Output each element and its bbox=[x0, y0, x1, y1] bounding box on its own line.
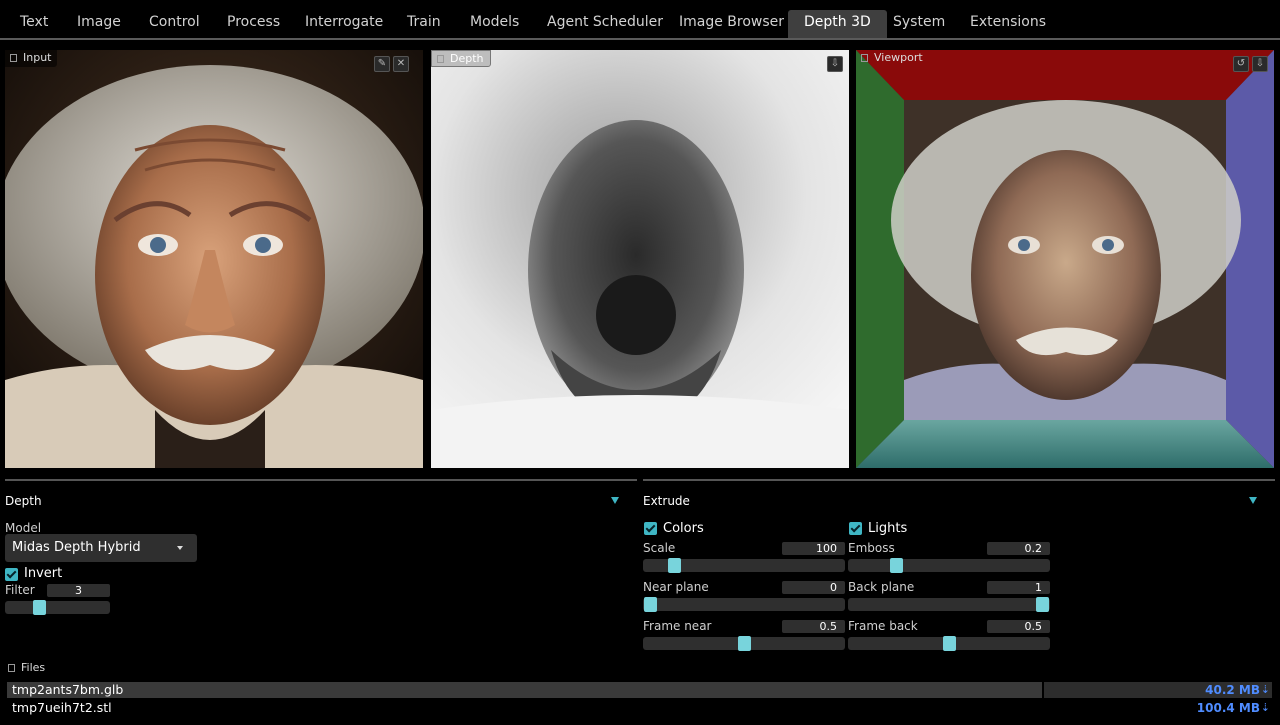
file-name[interactable]: tmp2ants7bm.glb bbox=[12, 682, 123, 698]
file-size: 40.2 MB bbox=[1205, 683, 1260, 697]
tab-extensions[interactable]: Extensions bbox=[970, 10, 1046, 36]
image-icon bbox=[437, 55, 444, 63]
edit-icon[interactable]: ✎ bbox=[374, 56, 390, 72]
tab-models[interactable]: Models bbox=[470, 10, 519, 36]
close-icon[interactable]: ✕ bbox=[393, 56, 409, 72]
frame-near-number-input[interactable]: 0.5 bbox=[782, 620, 845, 633]
lights-checkbox[interactable] bbox=[849, 522, 862, 535]
tab-interrogate[interactable]: Interrogate bbox=[305, 10, 383, 36]
file-row[interactable]: tmp7ueih7t2.stl 100.4 MB ⇣ bbox=[7, 700, 1272, 716]
download-icon[interactable]: ⇣ bbox=[1261, 700, 1270, 716]
depth-section-divider bbox=[5, 479, 637, 481]
input-portrait-image bbox=[5, 50, 423, 468]
extrude-section-title: Extrude bbox=[643, 494, 690, 508]
file-icon bbox=[8, 664, 15, 672]
depth-label: Depth bbox=[431, 50, 491, 67]
back-plane-slider[interactable] bbox=[848, 597, 1050, 612]
viewport-3d-panel[interactable]: Viewport ↺ ⇩ bbox=[856, 50, 1274, 468]
tab-image-browser[interactable]: Image Browser bbox=[679, 10, 784, 36]
frame-back-label: Frame back bbox=[848, 619, 918, 633]
depth-map-image bbox=[431, 50, 849, 468]
tab-control[interactable]: Control bbox=[149, 10, 200, 36]
frame-near-label: Frame near bbox=[643, 619, 712, 633]
scale-slider-thumb[interactable] bbox=[668, 558, 682, 573]
invert-checkbox[interactable] bbox=[5, 568, 18, 581]
near-plane-label: Near plane bbox=[643, 580, 709, 594]
tab-text[interactable]: Text bbox=[20, 10, 48, 36]
depth-section-title: Depth bbox=[5, 494, 42, 508]
tab-image[interactable]: Image bbox=[77, 10, 121, 36]
file-row[interactable]: tmp2ants7bm.glb 40.2 MB ⇣ bbox=[7, 682, 1272, 698]
file-progress-bar bbox=[7, 682, 1045, 698]
back-plane-number-input[interactable]: 1 bbox=[987, 581, 1050, 594]
emboss-slider[interactable] bbox=[848, 558, 1050, 573]
input-label: Input bbox=[5, 50, 58, 67]
tab-bar: Text Image Control Process Interrogate T… bbox=[0, 0, 1280, 40]
extrude-section-divider bbox=[643, 479, 1275, 481]
near-plane-slider-thumb[interactable] bbox=[644, 597, 657, 612]
frame-back-slider[interactable] bbox=[848, 636, 1050, 651]
filter-slider-thumb[interactable] bbox=[33, 600, 46, 615]
frame-near-slider[interactable] bbox=[643, 636, 845, 651]
back-plane-label: Back plane bbox=[848, 580, 915, 594]
download-icon[interactable]: ⇩ bbox=[827, 56, 843, 72]
collapse-depth-icon[interactable] bbox=[611, 497, 619, 504]
files-header: Files bbox=[8, 661, 45, 674]
download-icon[interactable]: ⇣ bbox=[1261, 682, 1270, 698]
image-icon bbox=[861, 54, 868, 62]
scale-number-input[interactable]: 100 bbox=[782, 542, 845, 555]
filter-slider[interactable] bbox=[5, 600, 110, 615]
viewport-3d-render bbox=[856, 50, 1274, 468]
filter-label: Filter bbox=[5, 583, 35, 597]
scale-slider[interactable] bbox=[643, 558, 845, 573]
tab-depth-3d[interactable]: Depth 3D bbox=[788, 10, 887, 38]
tab-system[interactable]: System bbox=[893, 10, 945, 36]
viewport-label: Viewport bbox=[856, 50, 929, 67]
tab-agent-scheduler[interactable]: Agent Scheduler bbox=[547, 10, 663, 36]
frame-back-number-input[interactable]: 0.5 bbox=[987, 620, 1050, 633]
download-icon[interactable]: ⇩ bbox=[1252, 56, 1268, 72]
colors-label: Colors bbox=[663, 521, 704, 536]
chevron-down-icon bbox=[177, 546, 183, 550]
model-dropdown-value: Midas Depth Hybrid bbox=[12, 540, 141, 555]
emboss-slider-thumb[interactable] bbox=[890, 558, 904, 573]
collapse-extrude-icon[interactable] bbox=[1249, 497, 1257, 504]
tab-train[interactable]: Train bbox=[407, 10, 441, 36]
emboss-label: Emboss bbox=[848, 541, 895, 555]
reset-icon[interactable]: ↺ bbox=[1233, 56, 1249, 72]
invert-label: Invert bbox=[24, 566, 63, 581]
image-icon bbox=[10, 54, 17, 62]
back-plane-slider-thumb[interactable] bbox=[1036, 597, 1049, 612]
file-name[interactable]: tmp7ueih7t2.stl bbox=[12, 700, 112, 716]
filter-number-input[interactable]: 3 bbox=[47, 584, 110, 597]
near-plane-slider[interactable] bbox=[643, 597, 845, 612]
file-size: 100.4 MB bbox=[1196, 701, 1260, 715]
model-dropdown[interactable]: Midas Depth Hybrid bbox=[5, 534, 197, 562]
lights-label: Lights bbox=[868, 521, 908, 536]
colors-checkbox[interactable] bbox=[644, 522, 657, 535]
input-image-panel[interactable]: Input ✎ ✕ bbox=[5, 50, 423, 468]
near-plane-number-input[interactable]: 0 bbox=[782, 581, 845, 594]
emboss-number-input[interactable]: 0.2 bbox=[987, 542, 1050, 555]
depth-image-panel[interactable]: Depth ⇩ bbox=[431, 50, 849, 468]
tab-process[interactable]: Process bbox=[227, 10, 280, 36]
frame-back-slider-thumb[interactable] bbox=[942, 636, 956, 651]
frame-near-slider-thumb[interactable] bbox=[737, 636, 751, 651]
model-label: Model bbox=[5, 521, 42, 535]
scale-label: Scale bbox=[643, 541, 676, 555]
